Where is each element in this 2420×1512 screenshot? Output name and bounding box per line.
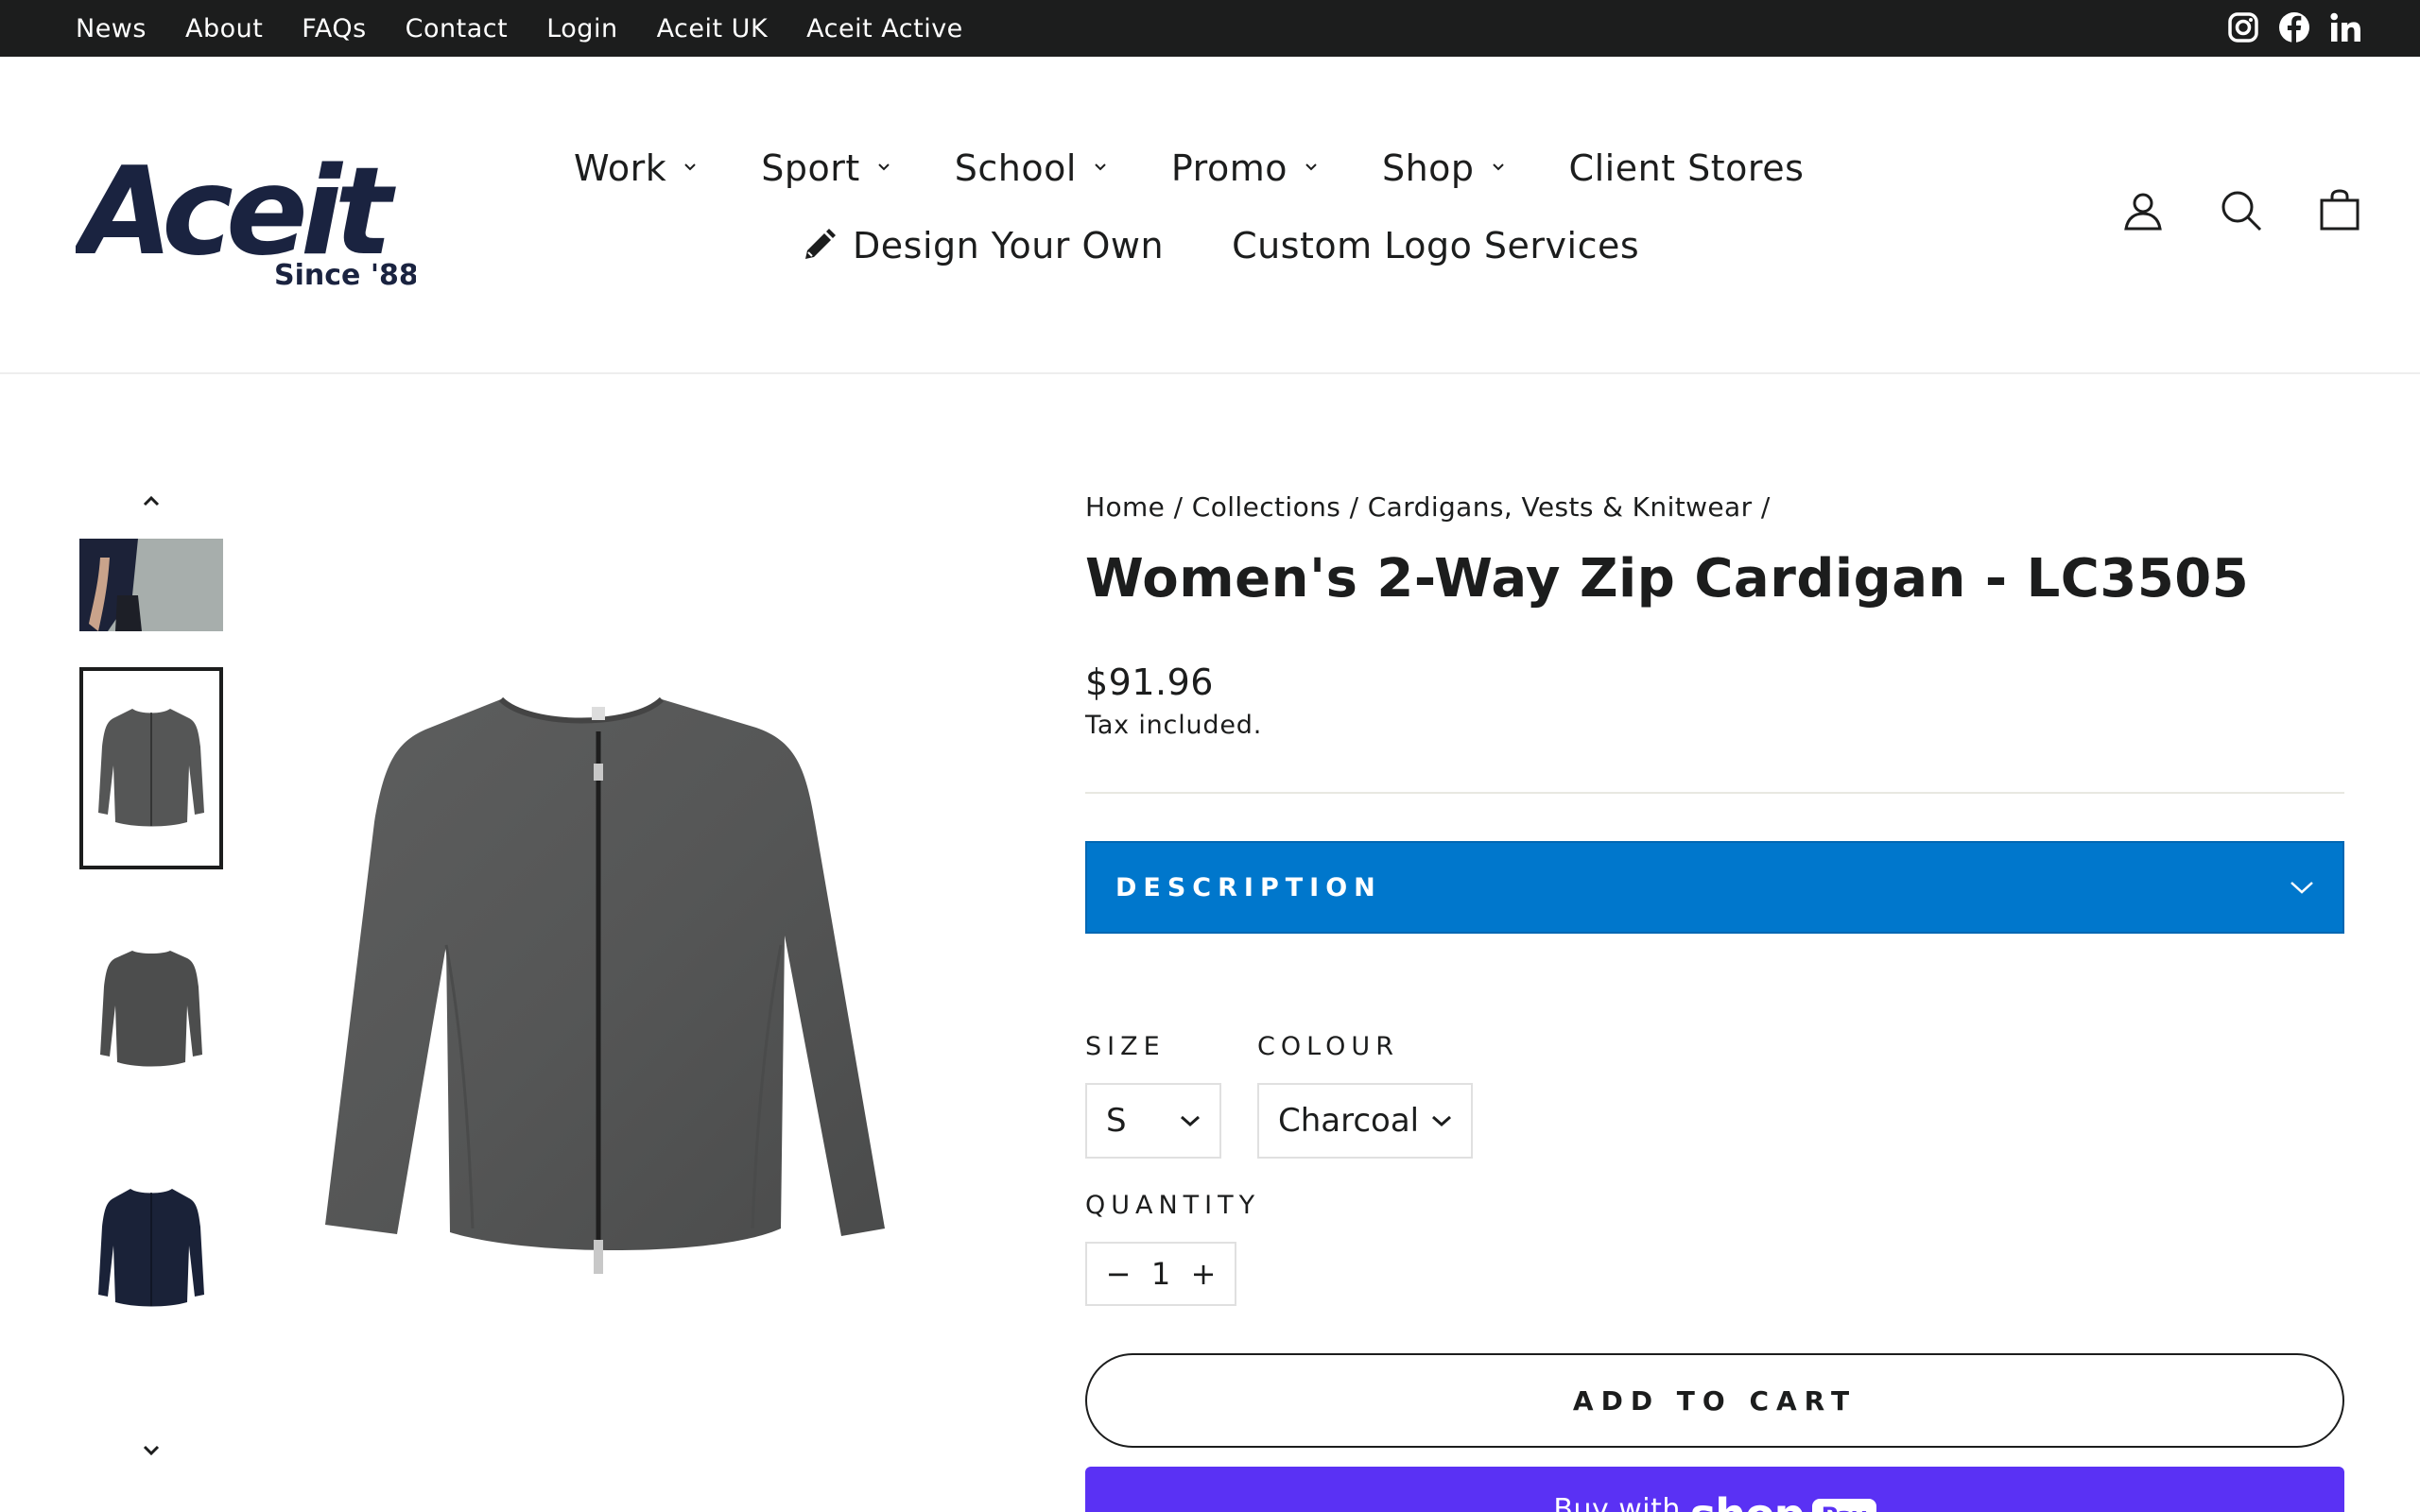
link-about[interactable]: About (185, 14, 263, 43)
quantity-label: QUANTITY (1085, 1191, 1261, 1220)
divider (1085, 792, 2344, 794)
thumbnails-down-arrow[interactable] (137, 1441, 165, 1460)
nav-shop[interactable]: Shop (1382, 147, 1505, 189)
nav-design-your-own[interactable]: Design Your Own (800, 225, 1164, 266)
quantity-increase-button[interactable]: + (1187, 1256, 1219, 1292)
main-product-image[interactable] (284, 662, 908, 1285)
nav-client-stores[interactable]: Client Stores (1569, 147, 1805, 189)
tax-note: Tax included. (1085, 711, 1263, 740)
chevron-up-icon (143, 495, 160, 507)
account-icon[interactable] (2121, 189, 2165, 232)
nav-custom-logo-services[interactable]: Custom Logo Services (1232, 225, 1639, 266)
description-label: DESCRIPTION (1115, 872, 1382, 902)
search-icon[interactable] (2220, 189, 2263, 232)
size-value: S (1106, 1102, 1127, 1140)
breadcrumb-category[interactable]: Cardigans, Vests & Knitwear (1368, 491, 1753, 523)
quantity-stepper: − 1 + (1085, 1242, 1236, 1306)
site-header: Aceit Since '88 Work Sport School Promo … (0, 57, 2420, 374)
product-title: Women's 2-Way Zip Cardigan - LC3505 (1085, 548, 2250, 610)
cart-icon[interactable] (2318, 189, 2361, 232)
colour-value: Charcoal (1278, 1102, 1420, 1140)
top-utility-bar: News About FAQs Contact Login Aceit UK A… (0, 0, 2420, 57)
thumbnails-up-arrow[interactable] (137, 491, 165, 510)
utility-links: News About FAQs Contact Login Aceit UK A… (76, 0, 1002, 57)
size-select[interactable]: S (1085, 1083, 1221, 1159)
link-aceit-active[interactable]: Aceit Active (806, 14, 963, 43)
main-nav-row-1: Work Sport School Promo Shop Client Stor… (574, 147, 1804, 189)
nav-work[interactable]: Work (574, 147, 697, 189)
size-label: SIZE (1085, 1032, 1166, 1061)
chevron-down-icon (1492, 163, 1504, 171)
product-thumbnail-1[interactable] (79, 539, 223, 631)
quantity-value[interactable]: 1 (1151, 1256, 1170, 1292)
product-thumbnail-4[interactable] (79, 1153, 223, 1342)
product-thumbnail-2[interactable] (79, 667, 223, 869)
pencil-icon (805, 229, 836, 259)
svg-text:Since '88: Since '88 (274, 259, 416, 291)
shop-pay-logo: shop (1690, 1489, 1806, 1512)
link-login[interactable]: Login (546, 14, 617, 43)
breadcrumb-separator: / (1349, 491, 1359, 523)
add-to-cart-button[interactable]: ADD TO CART (1085, 1353, 2344, 1448)
aceit-logo[interactable]: Aceit Since '88 (71, 142, 419, 292)
breadcrumb: Home / Collections / Cardigans, Vests & … (1085, 491, 2344, 523)
colour-label: COLOUR (1257, 1032, 1399, 1061)
breadcrumb-separator: / (1173, 491, 1184, 523)
chevron-down-icon (143, 1445, 160, 1456)
facebook-icon[interactable] (2278, 11, 2310, 43)
product-thumbnail-3[interactable] (79, 913, 223, 1102)
nav-sport[interactable]: Sport (761, 147, 890, 189)
chevron-down-icon (878, 163, 890, 171)
chevron-down-icon (1095, 163, 1106, 171)
breadcrumb-home[interactable]: Home (1085, 491, 1165, 523)
colour-select[interactable]: Charcoal (1257, 1083, 1473, 1159)
linkedin-icon[interactable] (2329, 11, 2361, 43)
chevron-down-icon (684, 163, 696, 171)
chevron-down-icon (1181, 1115, 1200, 1127)
header-icon-group (2121, 189, 2361, 232)
quantity-decrease-button[interactable]: − (1102, 1256, 1134, 1292)
main-nav-row-2: Design Your Own Custom Logo Services (800, 225, 1639, 266)
link-news[interactable]: News (76, 14, 147, 43)
shop-pay-button[interactable]: Buy with shop Pay (1085, 1467, 2344, 1512)
link-faqs[interactable]: FAQs (302, 14, 366, 43)
chevron-down-icon (1432, 1115, 1451, 1127)
social-links (2227, 11, 2361, 43)
product-price: $91.96 (1085, 662, 1214, 703)
chevron-down-icon (1305, 163, 1317, 171)
breadcrumb-collections[interactable]: Collections (1192, 491, 1340, 523)
instagram-icon[interactable] (2227, 11, 2259, 43)
nav-school[interactable]: School (955, 147, 1107, 189)
shop-pay-badge: Pay (1811, 1499, 1876, 1512)
nav-promo[interactable]: Promo (1171, 147, 1318, 189)
description-accordion[interactable]: DESCRIPTION (1085, 841, 2344, 934)
link-aceit-uk[interactable]: Aceit UK (657, 14, 769, 43)
link-contact[interactable]: Contact (406, 14, 509, 43)
shop-pay-prefix: Buy with (1553, 1493, 1681, 1512)
breadcrumb-separator: / (1760, 491, 1771, 523)
chevron-down-icon (2290, 882, 2313, 894)
